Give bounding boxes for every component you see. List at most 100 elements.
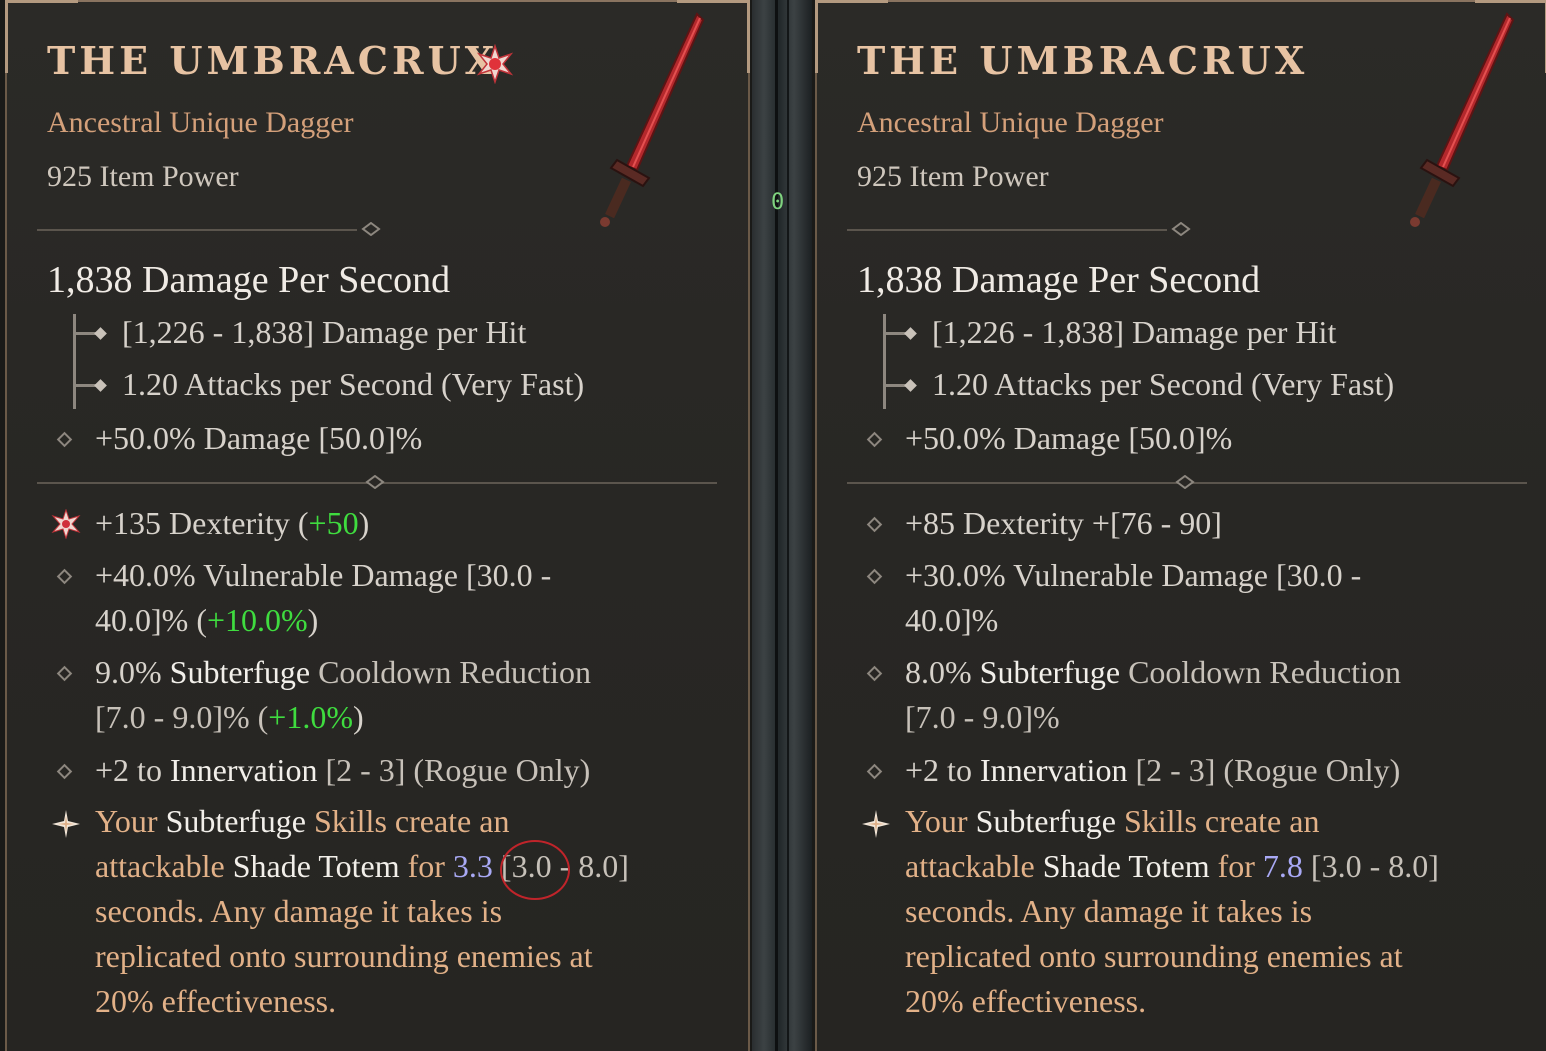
greater-affix-icon: [51, 509, 81, 539]
bullet-icon: [56, 763, 73, 780]
bullet-icon: [866, 431, 883, 448]
unique-line: attackable Shade Totem for 3.3 [3.0 - 8.…: [95, 844, 735, 889]
affix-text: Your: [905, 803, 976, 839]
affix-text: 40.0]%: [905, 602, 999, 638]
affix-range: [3.0 - 8.0]: [1302, 848, 1439, 884]
unique-line: 20% effectiveness.: [95, 983, 337, 1019]
divider-ornament: [1175, 475, 1195, 489]
skill-name: Innervation: [169, 752, 318, 788]
affix-text: Cooldown Reduction: [310, 654, 591, 690]
innervation-affix: +2 to Innervation [2 - 3] (Rogue Only): [95, 748, 715, 793]
item-title: THE UMBRACRUX: [47, 38, 499, 83]
attacks-per-second: 1.20 Attacks per Second (Very Fast): [122, 366, 585, 402]
bullet-icon: [866, 568, 883, 585]
affix-line2: [7.0 - 9.0]%: [905, 699, 1060, 735]
affix-text: Your: [95, 803, 166, 839]
affix-text: +40.0% Vulnerable Damage [30.0 -: [95, 557, 552, 593]
damage-per-hit: [1,226 - 1,838] Damage per Hit: [122, 314, 527, 350]
skill-name: Shade Totem: [232, 848, 400, 884]
unique-line: replicated onto surrounding enemies at: [95, 938, 593, 974]
bullet-icon: [866, 665, 883, 682]
affix-text: ): [358, 505, 370, 541]
cooldown-affix: 8.0% Subterfuge Cooldown Reduction [7.0 …: [905, 650, 1525, 740]
bullet-icon: [56, 568, 73, 585]
affix-text: Skills create an: [1115, 803, 1320, 839]
unique-line: seconds. Any damage it takes is: [905, 893, 1313, 929]
affix-text: Skills create an: [305, 803, 510, 839]
annotation-circle: [500, 840, 570, 900]
bullet-icon: [866, 516, 883, 533]
skill-name: Subterfuge: [975, 803, 1116, 839]
affix-text: [7.0 - 9.0]% (: [95, 699, 269, 735]
equipped-star-icon: [476, 44, 514, 84]
divider-ornament: [365, 475, 385, 489]
dexterity-affix: +85 Dexterity +[76 - 90]: [905, 505, 1222, 541]
affix-text: +2 to: [905, 752, 980, 788]
item-type: Ancestral Unique Dagger: [857, 106, 1164, 139]
skill-name: Subterfuge: [169, 654, 311, 690]
innervation-affix: +2 to Innervation [2 - 3] (Rogue Only): [905, 748, 1525, 793]
tree-dot: [904, 327, 917, 340]
unique-line: seconds. Any damage it takes is: [95, 893, 503, 929]
tree-dot: [94, 327, 107, 340]
affix-bonus: +50: [308, 505, 359, 541]
divider: [37, 229, 357, 231]
dagger-icon: [1410, 12, 1515, 227]
affix-bonus: +10.0%: [206, 602, 308, 638]
vulnerable-affix: +30.0% Vulnerable Damage [30.0 - 40.0]%: [905, 553, 1525, 643]
unique-line: Your Subterfuge Skills create an: [95, 799, 735, 844]
bullet-icon: [56, 665, 73, 682]
affix-text: 8.0%: [905, 654, 980, 690]
unique-line: replicated onto surrounding enemies at: [905, 938, 1403, 974]
implicit-affix: +50.0% Damage [50.0]%: [95, 420, 423, 456]
affix-text: for: [1209, 848, 1263, 884]
affix-text: ): [352, 699, 364, 735]
dagger-icon: [600, 12, 705, 227]
affix-text: 40.0]% (: [95, 602, 207, 638]
separator-line: [787, 0, 789, 1051]
affix-text: attackable: [905, 848, 1043, 884]
item-tooltip-equipped: THE UMBRACRUX Ancestral Unique Dagger 92…: [5, 0, 750, 1051]
separator-line: [775, 0, 778, 1051]
unique-power: Your Subterfuge Skills create an attacka…: [95, 799, 735, 1024]
affix-text: +30.0% Vulnerable Damage [30.0 -: [905, 557, 1362, 593]
affix-text: +2 to: [95, 752, 170, 788]
damage-per-hit: [1,226 - 1,838] Damage per Hit: [932, 314, 1337, 350]
unique-line: attackable Shade Totem for 7.8 [3.0 - 8.…: [905, 844, 1535, 889]
affix-text: [2 - 3] (Rogue Only): [317, 752, 591, 788]
separator-counter: 0: [771, 190, 785, 215]
unique-line: 20% effectiveness.: [905, 983, 1147, 1019]
affix-text: 9.0%: [95, 654, 170, 690]
affix-text: ): [307, 602, 319, 638]
unique-power-icon: [862, 810, 890, 838]
tree-dot: [94, 379, 107, 392]
item-power: 925 Item Power: [47, 160, 239, 193]
panel-separator: [752, 0, 812, 1051]
unique-value: 7.8: [1262, 848, 1303, 884]
item-type: Ancestral Unique Dagger: [47, 106, 354, 139]
divider-ornament: [361, 222, 381, 236]
tree-line: [883, 314, 886, 409]
unique-line: Your Subterfuge Skills create an: [905, 799, 1535, 844]
dps-value: 1,838 Damage Per Second: [47, 259, 451, 301]
divider-ornament: [1171, 222, 1191, 236]
item-tooltip-compare: THE UMBRACRUX Ancestral Unique Dagger 92…: [815, 0, 1546, 1051]
unique-power-icon: [52, 810, 80, 838]
affix-line2: 40.0]% (+10.0%): [95, 598, 715, 643]
affix-text: +135 Dexterity (: [95, 505, 309, 541]
cooldown-affix: 9.0% Subterfuge Cooldown Reduction [7.0 …: [95, 650, 715, 740]
affix-text: Cooldown Reduction: [1120, 654, 1401, 690]
affix-text: attackable: [95, 848, 233, 884]
vulnerable-affix: +40.0% Vulnerable Damage [30.0 - 40.0]% …: [95, 553, 715, 643]
affix-line1: 9.0% Subterfuge Cooldown Reduction: [95, 650, 715, 695]
affix-text: [2 - 3] (Rogue Only): [1127, 752, 1401, 788]
dexterity-affix: +135 Dexterity (+50): [95, 501, 715, 546]
skill-name: Shade Totem: [1042, 848, 1210, 884]
affix-bonus: +1.0%: [268, 699, 353, 735]
implicit-affix: +50.0% Damage [50.0]%: [905, 420, 1233, 456]
skill-name: Subterfuge: [979, 654, 1121, 690]
divider: [847, 229, 1167, 231]
unique-value: 3.3: [452, 848, 493, 884]
tree-dot: [904, 379, 917, 392]
attacks-per-second: 1.20 Attacks per Second (Very Fast): [932, 366, 1395, 402]
